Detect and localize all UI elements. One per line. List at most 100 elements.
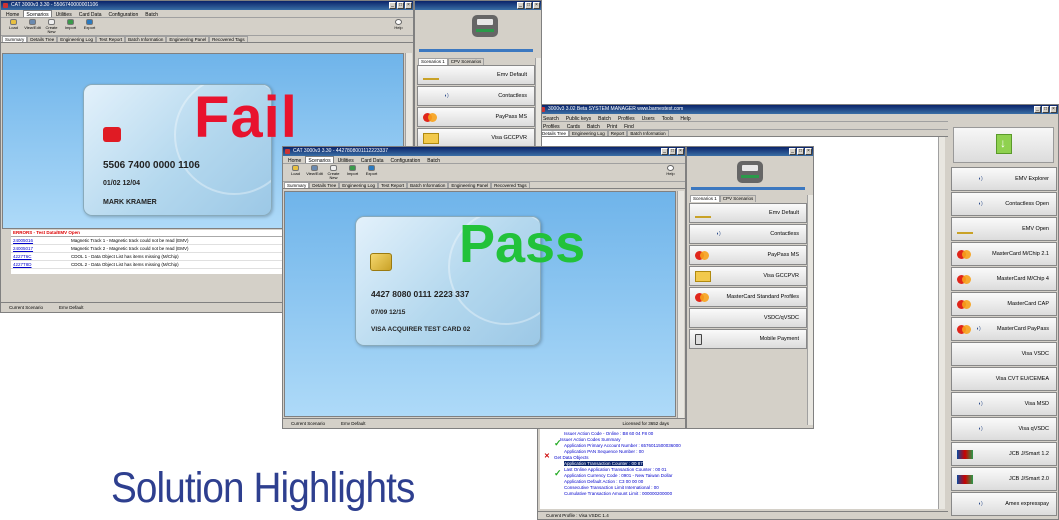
maximize-icon[interactable]: □ [397,2,404,9]
maximize-icon[interactable]: □ [525,2,532,9]
scenario-row[interactable]: ◗) EMV Explorer [951,167,1057,191]
menu-item[interactable]: Profiles [540,122,563,130]
menu-item[interactable]: Batch [595,114,614,122]
tab[interactable]: Details Tree [27,36,58,42]
tab[interactable]: Recovered Tags [209,36,248,42]
scenario-row[interactable]: ◗) Amex expresspay [951,492,1057,516]
scenario-row[interactable]: Emv Default [417,65,535,85]
menu-item[interactable]: Utilities [53,10,75,18]
toolbar-button[interactable]: Import [62,18,79,35]
menu-item[interactable]: Print [604,122,620,130]
scenario-row[interactable]: MasterCard M/Chip 4 [951,267,1057,291]
menu-item[interactable]: Profiles [615,114,638,122]
scenario-row[interactable]: ◗) MasterCard PayPass [951,317,1057,341]
maximize-icon[interactable]: □ [797,148,804,155]
scenario-row[interactable]: JCB J/Smart 2.0 [951,467,1057,491]
help-button[interactable]: Help [390,18,407,30]
menu-item[interactable]: Scenarios [305,156,334,164]
menu-item[interactable]: Card Data [76,10,105,18]
tab[interactable]: Report [607,130,628,136]
scenario-row[interactable]: Mobile Payment [689,329,807,349]
scenario-row[interactable]: ◗) Contactless Open [951,192,1057,216]
tree-scrollbar[interactable] [938,137,945,509]
scenario-row[interactable]: MasterCard M/Chip 2.1 [951,242,1057,266]
panel-scrollbar[interactable] [807,195,813,425]
scenario-row[interactable]: PayPass MS [417,107,535,127]
error-code[interactable]: 4227T8D [11,261,71,268]
toolbar-button[interactable]: Load [287,164,304,181]
scenario-row[interactable]: Visa VSDC [951,342,1057,366]
minimize-icon[interactable]: _ [389,2,396,9]
scenario-row[interactable]: EMV Open [951,217,1057,241]
menu-item[interactable]: Home [285,156,304,164]
error-code[interactable]: 24005017 [11,245,71,252]
scenario-row[interactable]: ◗) Visa MSD [951,392,1057,416]
toolbar-button[interactable]: View/Edit [306,164,323,181]
toolbar-button[interactable]: Load [5,18,22,35]
close-icon[interactable]: × [677,148,684,155]
minimize-icon[interactable]: _ [517,2,524,9]
scenario-row[interactable]: Emv Default [689,203,807,223]
close-icon[interactable]: × [1050,106,1057,113]
scenario-row[interactable]: MasterCard CAP [951,292,1057,316]
menu-item[interactable]: Card Data [358,156,387,164]
tab[interactable]: CPV Scenarios [719,195,757,202]
scenario-row[interactable]: MasterCard Standard Profiles [689,287,807,307]
tab[interactable]: Details Tree [309,182,340,188]
menu-item[interactable]: Tools [659,114,677,122]
tab[interactable]: CPV Scenarios [447,58,485,65]
menu-item[interactable]: Public keys [563,114,594,122]
tab[interactable]: Batch Information [627,130,669,136]
tab[interactable]: Details Tree [539,130,570,136]
menu-item[interactable]: Users [639,114,658,122]
scenario-row[interactable]: PayPass MS [689,245,807,265]
tab[interactable]: Engineering Log [569,130,608,136]
scenario-row[interactable]: Visa GCCPVR [689,266,807,286]
toolbar-button[interactable]: Create New [325,164,342,181]
tab[interactable]: Summary [284,182,310,188]
tab[interactable]: Test Report [96,36,126,42]
tab[interactable]: Batch Information [407,182,449,188]
toolbar-button[interactable]: Export [81,18,98,35]
scenario-row[interactable]: ◗) Contactless [417,86,535,106]
error-code[interactable]: 4227T6C [11,253,71,260]
toolbar-button[interactable]: Export [363,164,380,181]
tab[interactable]: Engineering Log [57,36,97,42]
menu-item[interactable]: Find [621,122,637,130]
tab[interactable]: Test Report [378,182,408,188]
scenario-row[interactable]: ◗) Visa qVSDC [951,417,1057,441]
menu-item[interactable]: Utilities [335,156,357,164]
menu-item[interactable]: Help [677,114,693,122]
close-icon[interactable]: × [405,2,412,9]
menu-item[interactable]: Cards [564,122,583,130]
help-button[interactable]: Help [662,164,679,176]
menu-item[interactable]: Home [3,10,22,18]
maximize-icon[interactable]: □ [1042,106,1049,113]
minimize-icon[interactable]: _ [789,148,796,155]
close-icon[interactable]: × [533,2,540,9]
scenario-row[interactable]: Visa GCCPVR [417,128,535,148]
toolbar-button[interactable]: Create New [43,18,60,35]
tab[interactable]: Summary [2,36,28,42]
menu-item[interactable]: Scenarios [23,10,52,18]
summary-scrollbar[interactable] [677,191,684,419]
tab[interactable]: Scenarios 1 [690,195,720,202]
tab[interactable]: Scenarios 1 [418,58,448,65]
tab[interactable]: Engineering Panel [448,182,492,188]
menu-item[interactable]: Batch [424,156,443,164]
error-code[interactable]: 24005016 [11,237,71,244]
close-icon[interactable]: × [805,148,812,155]
scenario-row[interactable]: ◗) Contactless [689,224,807,244]
menu-item[interactable]: Search [540,114,562,122]
toolbar-button[interactable]: Import [344,164,361,181]
tab[interactable]: Recovered Tags [491,182,530,188]
menu-item[interactable]: Configuration [106,10,142,18]
menu-item[interactable]: Configuration [388,156,424,164]
scenario-row[interactable]: JCB J/Smart 1.2 [951,442,1057,466]
minimize-icon[interactable]: _ [1034,106,1041,113]
scenario-row[interactable]: Visa CVT EU/CEMEA [951,367,1057,391]
scenario-row[interactable]: VSDC/qVSDC [689,308,807,328]
tab[interactable]: Engineering Log [339,182,379,188]
toolbar-button[interactable]: View/Edit [24,18,41,35]
tab[interactable]: Batch Information [125,36,167,42]
